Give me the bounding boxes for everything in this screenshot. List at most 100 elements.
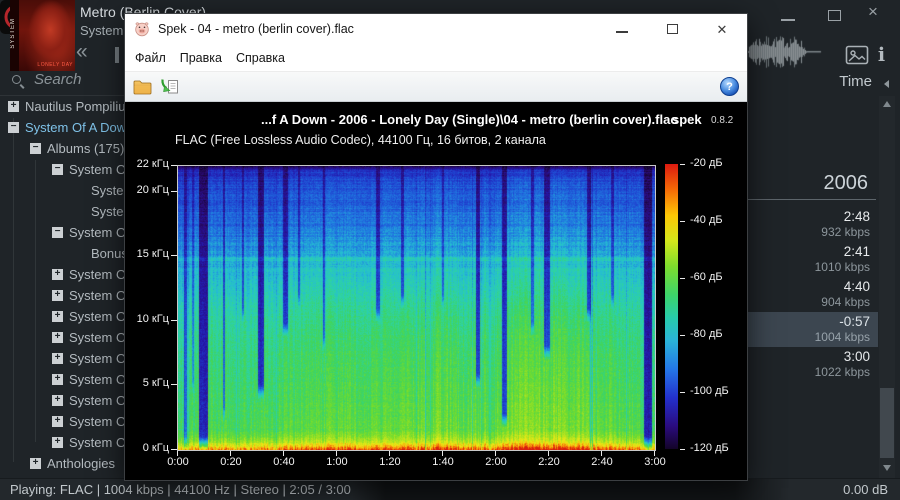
tree-expander-icon[interactable]: + — [52, 332, 63, 343]
tree-item[interactable]: +System Of A Down — [0, 432, 127, 453]
tree-item-label: System Of A Down — [69, 330, 127, 345]
tree-guide-line — [13, 118, 14, 462]
menu-item[interactable]: Справка — [229, 51, 292, 65]
scroll-up-icon[interactable] — [883, 101, 891, 107]
tree-expander-icon[interactable]: + — [52, 311, 63, 322]
tree-expander-icon[interactable]: + — [52, 395, 63, 406]
tree-item-label: Nautilus Pompilius — [25, 99, 127, 114]
tree-item[interactable]: +System Of A Down — [0, 348, 127, 369]
y-axis-tick — [171, 320, 177, 321]
tree-item[interactable]: + System Of A Down — [0, 327, 127, 348]
track-time: 2:41 — [745, 244, 870, 260]
codec-info-line: FLAC (Free Lossless Audio Codec), 44100 … — [175, 133, 546, 147]
tree-item[interactable]: System Of A Down — [0, 180, 127, 201]
tree-expander-icon[interactable]: + — [52, 437, 63, 448]
tree-expander-icon[interactable]: + — [52, 374, 63, 385]
track-bitrate: 1022 kbps — [745, 365, 870, 380]
db-tick — [680, 335, 685, 336]
x-axis-label: 0:40 — [264, 456, 304, 468]
album-art-side-text: SYSTEM — [10, 18, 19, 49]
x-axis-tick — [495, 451, 496, 456]
player-maximize-button[interactable] — [828, 10, 841, 21]
menu-item[interactable]: Файл — [128, 51, 173, 65]
db-label: -100 дБ — [690, 385, 729, 397]
album-art: SYSTEM LONELY DAY — [10, 0, 75, 71]
x-axis-label: 3:00 — [635, 456, 675, 468]
db-tick — [680, 278, 685, 279]
tree-item[interactable]: +Anthologies — [0, 453, 127, 474]
spek-version: 0.8.2 — [711, 115, 733, 126]
track-list-scrollbar[interactable] — [879, 96, 895, 478]
track-row[interactable]: 2:411010 kbps — [745, 242, 878, 277]
player-status-bar: Playing: FLAC | 1004 kbps | 44100 Hz | S… — [0, 478, 900, 500]
save-spectrogram-icon[interactable] — [160, 78, 179, 95]
x-axis-tick — [442, 451, 443, 456]
player-close-button[interactable]: × — [868, 2, 878, 22]
track-time: 2:48 — [745, 209, 870, 225]
track-row[interactable]: 3:001022 kbps — [745, 347, 878, 382]
tree-item[interactable]: System Of A Down — [0, 201, 127, 222]
y-axis-label: 0 кГц — [125, 442, 169, 454]
help-button[interactable]: ? — [720, 77, 739, 96]
scrollbar-thumb[interactable] — [880, 388, 894, 458]
tree-item[interactable]: −Albums (175) — [0, 138, 127, 159]
x-axis-tick — [336, 451, 337, 456]
group-underline — [748, 199, 876, 200]
column-collapse-arrow-icon[interactable] — [884, 80, 889, 88]
tree-expander-icon[interactable]: + — [52, 353, 63, 364]
tree-expander-icon[interactable]: + — [52, 269, 63, 280]
db-tick — [680, 221, 685, 222]
info-panel-icon[interactable]: ℹ — [878, 44, 885, 67]
open-file-icon[interactable] — [133, 79, 153, 95]
column-header-time[interactable]: Time — [790, 73, 872, 90]
tree-item[interactable]: −System Of A Down — [0, 222, 127, 243]
x-axis-label: 1:00 — [317, 456, 357, 468]
tree-expander-icon[interactable]: − — [30, 143, 41, 154]
tree-item-label: System Of A Down — [69, 162, 127, 177]
tree-expander-icon[interactable]: + — [8, 101, 19, 112]
tree-item[interactable]: +System Of A Down — [0, 264, 127, 285]
db-tick — [680, 449, 685, 450]
tree-expander-icon[interactable]: + — [52, 290, 63, 301]
track-row[interactable]: -0:571004 kbps — [745, 312, 878, 347]
tree-item[interactable]: +System Of A Down — [0, 285, 127, 306]
tree-item-label: Albums (175) — [47, 141, 124, 156]
collapse-sidebar-button[interactable]: « — [76, 40, 88, 64]
tree-item[interactable]: −System Of A Down — [0, 117, 127, 138]
tree-expander-icon[interactable]: − — [52, 227, 63, 238]
waveform-seekbar[interactable] — [747, 33, 823, 71]
tree-expander-icon[interactable]: + — [52, 416, 63, 427]
spek-close-button[interactable]: ✕ — [697, 14, 747, 44]
tree-item[interactable]: + System Of A Down — [0, 369, 127, 390]
album-group-header: 2006 — [740, 172, 868, 195]
y-axis-tick — [171, 165, 177, 166]
tree-item[interactable]: −System Of A Down — [0, 159, 127, 180]
scroll-down-icon[interactable] — [883, 465, 891, 471]
track-row[interactable]: 4:40904 kbps — [745, 277, 878, 312]
tree-item-label: System Of A Down — [69, 372, 127, 387]
tree-item[interactable]: +System Of A Down — [0, 390, 127, 411]
search-input[interactable] — [32, 70, 122, 89]
tree-expander-icon[interactable]: + — [30, 458, 41, 469]
tree-item-label: System Of A Down — [69, 414, 127, 429]
spek-window: Spek - 04 - metro (berlin cover).flac ✕ … — [125, 14, 747, 480]
track-row[interactable]: 2:48932 kbps — [745, 207, 878, 242]
track-bitrate: 932 kbps — [745, 225, 870, 240]
search-box[interactable] — [12, 72, 124, 92]
tree-item[interactable]: + Nautilus Pompilius — [0, 96, 127, 117]
spek-title-bar[interactable]: Spek - 04 - metro (berlin cover).flac ✕ — [125, 14, 747, 44]
tree-item[interactable]: Bonus — [0, 243, 127, 264]
y-axis-tick — [171, 255, 177, 256]
tree-item[interactable]: + System Of A Down — [0, 411, 127, 432]
tree-item[interactable]: +System Of A Down — [0, 306, 127, 327]
spek-minimize-button[interactable] — [597, 14, 647, 44]
spek-maximize-button[interactable] — [647, 14, 697, 44]
tree-expander-icon[interactable]: − — [52, 164, 63, 175]
menu-item[interactable]: Правка — [173, 51, 229, 65]
tree-item-label: System Of A Down — [25, 120, 127, 135]
partially-hidden-toolbar-button[interactable] — [115, 47, 119, 63]
artwork-panel-icon[interactable] — [845, 45, 869, 70]
x-axis-tick — [283, 451, 284, 456]
player-minimize-button[interactable] — [781, 19, 795, 21]
y-axis-label: 20 кГц — [125, 184, 169, 196]
